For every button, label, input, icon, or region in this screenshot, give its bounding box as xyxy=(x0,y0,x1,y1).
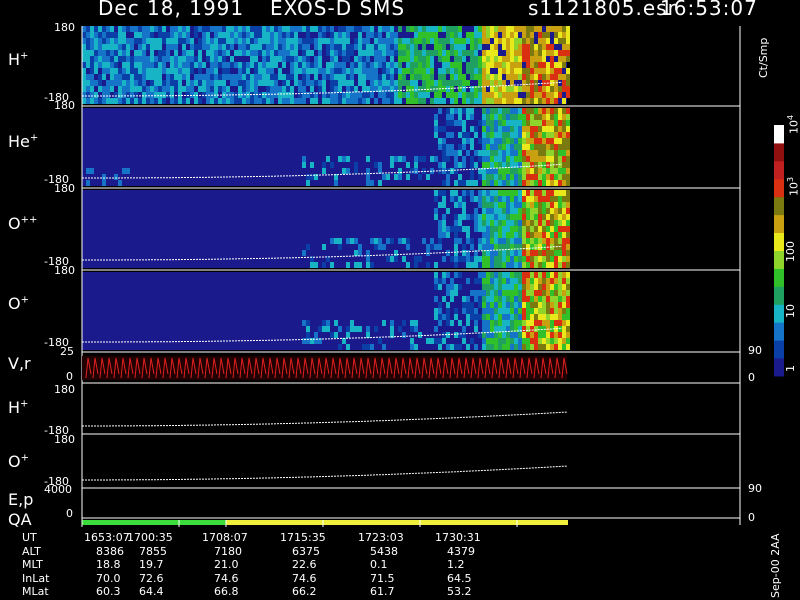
colorbar-segment xyxy=(774,196,784,216)
rtick-p4-max: 90 xyxy=(748,344,762,357)
ytick-p1-max: 180 xyxy=(54,99,75,112)
qa-segment-good xyxy=(82,520,226,525)
ephemeris-cell: 60.3 xyxy=(96,585,121,598)
panel-label-ep: E,p xyxy=(8,490,34,509)
ephemeris-cell: 1708:07 xyxy=(202,531,248,544)
ytick-p3-max: 180 xyxy=(54,264,75,277)
ephemeris-cell: 4379 xyxy=(447,544,475,558)
ytick-p7-max: 4000 xyxy=(44,483,72,496)
ephemeris-cell: 7180 xyxy=(214,544,242,558)
colorbar-tick-1e4: 104 xyxy=(786,114,800,134)
panel-label-he-plus: He+ xyxy=(8,132,39,151)
ephemeris-row-label: UT xyxy=(22,531,37,544)
ephemeris-cell: 64.5 xyxy=(447,571,472,585)
colorbar-segment xyxy=(774,250,784,269)
ephemeris-cell: 71.5 xyxy=(370,571,395,585)
footer-version: Sep-00 2AA xyxy=(769,533,782,598)
ephemeris-cell: 22.6 xyxy=(292,558,317,571)
ephemeris-cell: 6375 xyxy=(292,544,320,558)
colorbar-segment xyxy=(774,340,784,359)
panel-label-vr: V,r xyxy=(8,354,31,373)
colorbar-segment xyxy=(774,358,784,377)
colorbar-segment xyxy=(774,232,784,251)
colorbar-segment xyxy=(774,268,784,287)
colorbar-segment xyxy=(774,125,784,144)
ephemeris-cell: 53.2 xyxy=(447,585,472,598)
colorbar-unit: Ct/Smp xyxy=(757,37,770,78)
line-panel-0-trace xyxy=(82,411,568,427)
ephemeris-cell: 8386 xyxy=(96,544,124,558)
ytick-p2-max: 180 xyxy=(54,182,75,195)
colorbar-tick-1: 1 xyxy=(784,365,797,372)
rtick-p4-min: 0 xyxy=(748,371,755,384)
colorbar-segment xyxy=(774,142,784,162)
colorbar-tick-1e3: 103 xyxy=(786,176,800,196)
ephemeris-cell: 74.6 xyxy=(292,571,317,585)
ytick-p6-max: 180 xyxy=(54,433,75,446)
spectrogram-plot xyxy=(81,26,784,527)
ephemeris-cell: 72.6 xyxy=(139,571,164,585)
ephemeris-cell: 64.4 xyxy=(139,585,164,598)
panel-label-o-plus: O+ xyxy=(8,294,29,313)
ephemeris-cell: 1723:03 xyxy=(358,531,404,544)
ephemeris-cell: 61.7 xyxy=(370,585,395,598)
colorbar-tick-100: 100 xyxy=(784,241,797,262)
ephemeris-cell: 19.7 xyxy=(139,558,164,571)
panel-label-o-plusplus: O++ xyxy=(8,214,38,233)
ephemeris-row-label: InLat xyxy=(22,571,50,585)
colorbar-segment xyxy=(774,214,784,233)
panel-label-h-plus-2: H+ xyxy=(8,398,29,417)
colorbar-segment xyxy=(774,286,784,305)
ephemeris-cell: 66.8 xyxy=(214,585,239,598)
ephemeris-cell: 1653:07 xyxy=(84,531,130,544)
ephemeris-cell: 1700:35 xyxy=(127,531,173,544)
ephemeris-cell: 0.1 xyxy=(370,558,388,571)
ytick-p4-min: 0 xyxy=(66,370,73,383)
ephemeris-row-label: MLat xyxy=(22,585,49,598)
ephemeris-cell: 74.6 xyxy=(214,571,239,585)
ephemeris-row-label: ALT xyxy=(22,544,41,558)
ytick-p7-min: 0 xyxy=(66,507,73,520)
colorbar-segment xyxy=(774,178,784,198)
ephemeris-cell: 7855 xyxy=(139,544,167,558)
ephemeris-cell: 21.0 xyxy=(214,558,239,571)
ytick-p4-max: 25 xyxy=(60,345,74,358)
colorbar-segment xyxy=(774,160,784,180)
ephemeris-cell: 1.2 xyxy=(447,558,465,571)
ephemeris-cell: 70.0 xyxy=(96,571,121,585)
ephemeris-cell: 1730:31 xyxy=(435,531,481,544)
colorbar-segment xyxy=(774,322,784,341)
panel-label-o-plus-2: O+ xyxy=(8,452,29,471)
ephemeris-row-label: MLT xyxy=(22,558,43,571)
line-panel-1-trace xyxy=(82,465,568,481)
ephemeris-cell: 1715:35 xyxy=(280,531,326,544)
ytick-p5-max: 180 xyxy=(54,383,75,396)
ephemeris-cell: 66.2 xyxy=(292,585,317,598)
ephemeris-cell: 5438 xyxy=(370,544,398,558)
panel-label-h-plus: H+ xyxy=(8,50,29,69)
ytick-p0-max: 180 xyxy=(54,21,75,34)
colorbar-segment xyxy=(774,304,784,323)
panel-label-qa: QA xyxy=(8,510,32,529)
rtick-p7-max: 90 xyxy=(748,482,762,495)
rtick-p7-min: 0 xyxy=(748,511,755,524)
ephemeris-cell: 18.8 xyxy=(96,558,121,571)
colorbar-tick-10: 10 xyxy=(784,304,797,318)
